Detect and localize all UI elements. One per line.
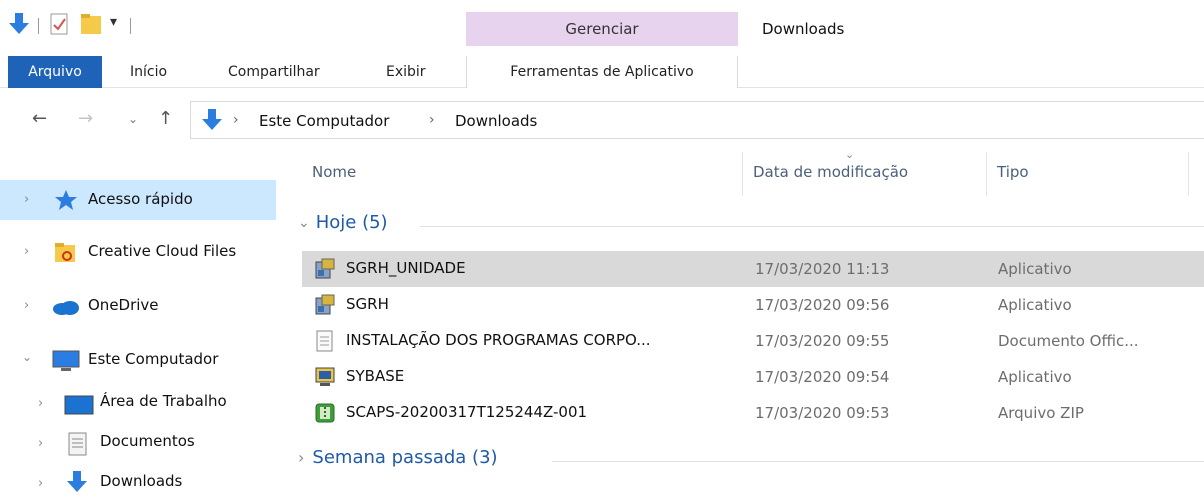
sidebar-item-acesso-rapido[interactable]: › Acesso rápido — [0, 180, 276, 220]
sidebar-item-este-computador[interactable]: ⌄ Este Computador — [0, 340, 276, 380]
chevron-right-icon[interactable]: › — [24, 244, 29, 259]
documents-icon — [68, 432, 88, 460]
breadcrumb-chevron-icon[interactable]: › — [429, 112, 435, 128]
properties-icon[interactable] — [50, 12, 70, 36]
desktop-icon — [64, 395, 94, 419]
file-row[interactable]: INSTALAÇÃO DOS PROGRAMAS CORPO... 17/03/… — [302, 323, 1204, 359]
file-type: Documento Offic... — [998, 332, 1139, 350]
file-date: 17/03/2020 09:55 — [755, 332, 890, 350]
installer-icon — [314, 294, 336, 316]
sidebar-item-label: Creative Cloud Files — [88, 242, 237, 260]
file-name: INSTALAÇÃO DOS PROGRAMAS CORPO... — [346, 331, 651, 349]
zip-icon — [314, 402, 336, 424]
file-date: 17/03/2020 11:13 — [755, 260, 890, 278]
tab-compartilhar[interactable]: Compartilhar — [216, 56, 332, 88]
column-header-label: Tipo — [997, 163, 1029, 181]
download-arrow-icon[interactable] — [8, 12, 30, 36]
computer-icon — [52, 350, 80, 376]
chevron-down-icon: ⌄ — [298, 214, 310, 231]
file-name: SYBASE — [346, 367, 405, 385]
sidebar-item-label: Downloads — [100, 472, 183, 490]
group-label: Semana passada (3) — [312, 447, 498, 468]
chevron-right-icon[interactable]: › — [24, 192, 29, 207]
document-icon — [314, 330, 336, 352]
address-bar[interactable]: › Este Computador › Downloads — [190, 101, 1204, 139]
breadcrumb-downloads[interactable]: Downloads — [455, 112, 537, 130]
sidebar-item-documentos[interactable]: › Documentos — [0, 424, 276, 464]
installer-icon — [314, 258, 336, 280]
chevron-down-icon[interactable]: ⌄ — [22, 350, 32, 364]
sidebar-item-label: Este Computador — [88, 350, 219, 368]
setup-icon — [314, 366, 336, 388]
group-label: Hoje (5) — [315, 212, 388, 233]
chevron-right-icon[interactable]: › — [38, 396, 43, 411]
file-row[interactable]: SGRH_UNIDADE 17/03/2020 11:13 Aplicativo — [302, 251, 1204, 287]
file-row[interactable]: SYBASE 17/03/2020 09:54 Aplicativo — [302, 359, 1204, 395]
column-header-label: Nome — [312, 163, 357, 181]
sidebar-item-label: OneDrive — [88, 296, 159, 314]
star-icon — [54, 189, 78, 215]
creative-cloud-folder-icon — [54, 241, 78, 267]
column-header-tipo[interactable]: Tipo — [987, 150, 1187, 196]
navigation-pane: › Acesso rápido › Creative Cloud Files ›… — [0, 152, 278, 500]
sidebar-item-label: Área de Trabalho — [100, 392, 227, 410]
title-bar: ▾ Gerenciar Downloads — [0, 0, 1204, 56]
cloud-icon — [52, 298, 80, 320]
breadcrumb-chevron-icon[interactable]: › — [233, 112, 239, 128]
file-row[interactable]: SCAPS-20200317T125244Z-001 17/03/2020 09… — [302, 395, 1204, 431]
sidebar-item-downloads[interactable]: › Downloads — [0, 464, 276, 500]
tab-arquivo[interactable]: Arquivo — [8, 56, 102, 88]
sidebar-item-area-de-trabalho[interactable]: › Área de Trabalho — [0, 384, 276, 424]
file-name: SGRH_UNIDADE — [346, 259, 466, 277]
download-arrow-icon — [66, 470, 88, 498]
file-date: 17/03/2020 09:53 — [755, 404, 890, 422]
breadcrumb-este-computador[interactable]: Este Computador — [259, 112, 389, 130]
window-title: Downloads — [762, 20, 845, 38]
back-arrow-icon[interactable]: ← — [32, 108, 47, 129]
ribbon-tabs: Arquivo Início Compartilhar Exibir Ferra… — [0, 56, 1204, 88]
column-header-label: Data de modificação — [753, 163, 909, 181]
file-name: SGRH — [346, 295, 389, 313]
chevron-right-icon[interactable]: › — [24, 298, 29, 313]
new-folder-icon[interactable] — [80, 12, 104, 36]
file-type: Aplicativo — [998, 368, 1072, 386]
sidebar-item-creative-cloud-files[interactable]: › Creative Cloud Files — [0, 232, 276, 272]
file-explorer-window: ▾ Gerenciar Downloads Arquivo Início Com… — [0, 0, 1204, 500]
group-header-hoje[interactable]: ⌄ Hoje (5) — [298, 212, 388, 233]
quick-access-toolbar — [8, 12, 30, 36]
customize-toolbar-icon[interactable]: ▾ — [110, 14, 117, 30]
forward-arrow-icon[interactable]: → — [78, 108, 93, 129]
tab-ferramentas-de-aplicativo[interactable]: Ferramentas de Aplicativo — [466, 56, 738, 88]
up-arrow-icon[interactable]: ↑ — [158, 108, 173, 129]
column-header-data-de-modificacao[interactable]: ⌄ Data de modificação — [743, 148, 985, 196]
file-type: Aplicativo — [998, 296, 1072, 314]
file-type: Arquivo ZIP — [998, 404, 1084, 422]
chevron-right-icon[interactable]: › — [38, 476, 43, 491]
column-header-nome[interactable]: Nome — [300, 150, 740, 196]
file-date: 17/03/2020 09:56 — [755, 296, 890, 314]
sidebar-item-label: Acesso rápido — [88, 190, 193, 208]
recent-locations-chevron-icon[interactable]: ⌄ — [128, 112, 138, 126]
tab-inicio[interactable]: Início — [118, 56, 179, 88]
group-header-semana-passada[interactable]: › Semana passada (3) — [298, 447, 498, 468]
chevron-right-icon: › — [298, 448, 305, 467]
sidebar-item-onedrive[interactable]: › OneDrive — [0, 286, 276, 326]
sort-descending-icon: ⌄ — [845, 148, 855, 161]
file-type: Aplicativo — [998, 260, 1072, 278]
tab-exibir[interactable]: Exibir — [374, 56, 438, 88]
download-arrow-icon — [201, 108, 223, 136]
sidebar-item-label: Documentos — [100, 432, 195, 450]
file-name: SCAPS-20200317T125244Z-001 — [346, 403, 588, 421]
file-row[interactable]: SGRH 17/03/2020 09:56 Aplicativo — [302, 287, 1204, 323]
file-date: 17/03/2020 09:54 — [755, 368, 890, 386]
chevron-right-icon[interactable]: › — [38, 436, 43, 451]
context-group-title: Gerenciar — [565, 20, 639, 38]
